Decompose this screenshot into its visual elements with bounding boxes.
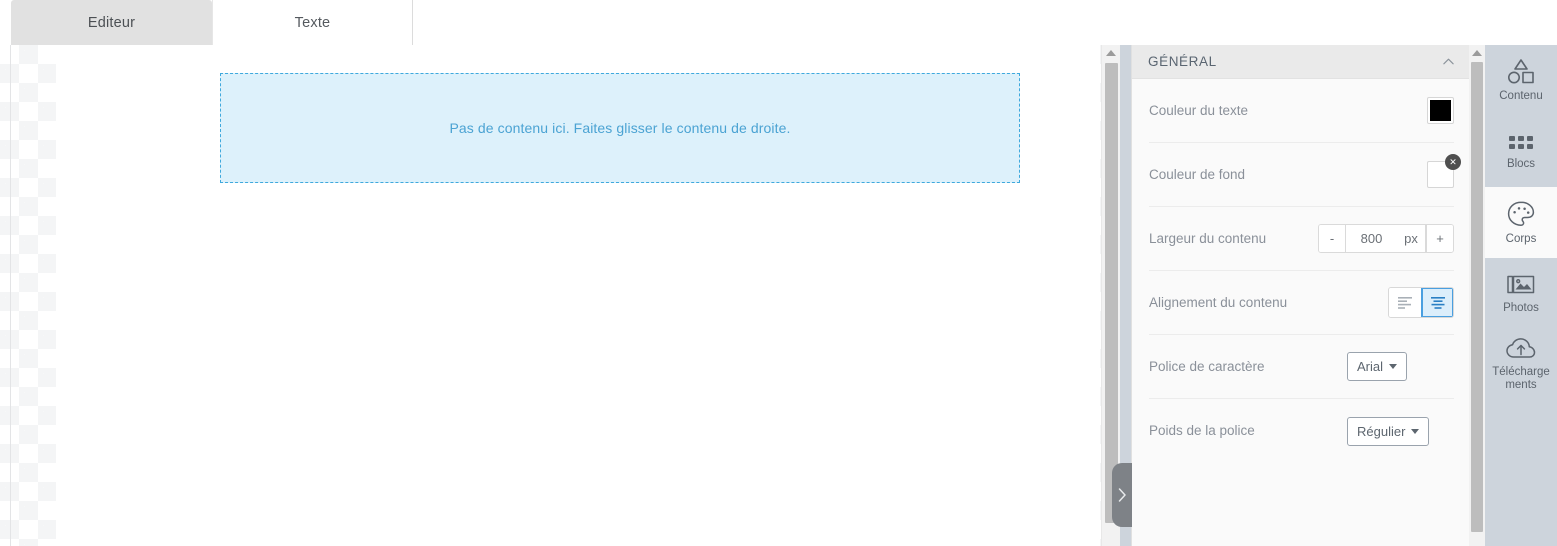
- content-width-input[interactable]: [1346, 225, 1397, 252]
- canvas-scroll-up-arrow-icon[interactable]: [1106, 50, 1116, 56]
- email-builder-app: Editeur Texte Pas de contenu ici. Faites…: [0, 0, 1557, 546]
- panel-collapse-handle[interactable]: [1112, 463, 1132, 527]
- setting-label-background-color: Couleur de fond: [1149, 166, 1246, 182]
- setting-label-font-weight: Poids de la police: [1149, 423, 1255, 438]
- images-icon: [1507, 275, 1535, 293]
- canvas-left-rule: [10, 45, 11, 546]
- setting-control-font-weight: Régulier: [1347, 416, 1430, 446]
- setting-control-content-alignment: [1388, 287, 1454, 318]
- setting-control-font-family: Arial: [1347, 352, 1408, 381]
- rail-item-blocs[interactable]: Blocs: [1485, 116, 1557, 187]
- tab-editeur[interactable]: Editeur: [11, 0, 212, 45]
- setting-row-content-alignment: Alignement du contenu: [1149, 271, 1454, 335]
- content-dropzone[interactable]: Pas de contenu ici. Faites glisser le co…: [220, 73, 1020, 183]
- setting-row-background-color: Couleur de fond ✕: [1149, 143, 1461, 207]
- rail-item-photos[interactable]: Photos: [1485, 258, 1557, 329]
- settings-panel-inner: GÉNÉRAL Couleur du texte Couleur de fond…: [1131, 45, 1469, 546]
- rail-label-telechargements: Téléchargements: [1492, 366, 1550, 391]
- dropzone-message: Pas de contenu ici. Faites glisser le co…: [449, 120, 791, 136]
- setting-label-content-alignment: Alignement du contenu: [1149, 294, 1288, 310]
- content-width-increment-button[interactable]: +: [1426, 225, 1453, 252]
- font-family-value: Arial: [1357, 359, 1384, 374]
- align-left-button[interactable]: [1389, 288, 1421, 317]
- rail-item-contenu[interactable]: Contenu: [1485, 45, 1557, 116]
- editor-stage: Pas de contenu ici. Faites glisser le co…: [0, 45, 1557, 546]
- rail-item-corps[interactable]: Corps: [1485, 187, 1557, 258]
- content-width-stepper: - px +: [1318, 224, 1454, 253]
- panel-scroll-up-arrow-icon[interactable]: [1472, 50, 1482, 56]
- setting-control-content-width: - px +: [1318, 224, 1454, 253]
- font-family-dropdown[interactable]: Arial: [1347, 352, 1408, 381]
- setting-control-background-color: ✕: [1427, 154, 1461, 188]
- chevron-down-icon: [1389, 364, 1398, 369]
- text-color-swatch-fill: [1430, 100, 1451, 121]
- setting-control-text-color: [1427, 97, 1454, 124]
- panel-scrollbar[interactable]: [1469, 45, 1485, 546]
- settings-panel: GÉNÉRAL Couleur du texte Couleur de fond…: [1120, 45, 1485, 546]
- setting-row-font-weight: Poids de la police Régulier: [1149, 399, 1454, 463]
- rail-label-blocs: Blocs: [1506, 157, 1536, 170]
- canvas-scrollbar-thumb[interactable]: [1105, 63, 1118, 523]
- panel-section-title: GÉNÉRAL: [1148, 54, 1217, 69]
- content-width-decrement-button[interactable]: -: [1319, 225, 1346, 252]
- tab-texte-label: Texte: [294, 14, 331, 31]
- rail-label-photos: Photos: [1503, 301, 1539, 314]
- settings-panel-body: Couleur du texte Couleur de fond ✕ Large…: [1132, 79, 1469, 463]
- palette-icon: [1507, 200, 1535, 226]
- font-weight-value: Régulier: [1357, 423, 1406, 439]
- tab-texte[interactable]: Texte: [212, 0, 413, 45]
- align-center-button[interactable]: [1421, 288, 1453, 317]
- email-canvas-sheet[interactable]: Pas de contenu ici. Faites glisser le co…: [56, 45, 1100, 546]
- chevron-right-icon: [1118, 488, 1126, 502]
- panel-scrollbar-thumb[interactable]: [1471, 62, 1483, 532]
- top-tab-bar: Editeur Texte: [0, 0, 1557, 45]
- setting-label-font-family: Police de caractère: [1149, 358, 1265, 374]
- align-left-icon: [1398, 297, 1412, 309]
- background-color-swatch-wrap: ✕: [1427, 154, 1461, 188]
- chevron-down-icon: [1411, 428, 1420, 434]
- shapes-icon: [1508, 59, 1534, 84]
- setting-label-content-width: Largeur du contenu: [1149, 230, 1267, 246]
- content-width-unit-label: px: [1397, 225, 1426, 252]
- rail-label-contenu: Contenu: [1499, 90, 1543, 102]
- align-center-icon: [1430, 297, 1445, 309]
- background-color-clear-icon[interactable]: ✕: [1445, 154, 1461, 170]
- rail-label-corps: Corps: [1505, 232, 1537, 245]
- right-icon-rail: Contenu Blocs Corps Photos Téléchargemen…: [1485, 45, 1557, 546]
- content-alignment-segmented: [1388, 287, 1454, 318]
- setting-row-text-color: Couleur du texte: [1149, 79, 1454, 143]
- setting-label-text-color: Couleur du texte: [1149, 102, 1249, 118]
- grid-dots-icon: [1509, 135, 1533, 149]
- sheet-top-strip: [56, 45, 1100, 63]
- cloud-upload-icon: [1506, 338, 1536, 358]
- setting-row-font-family: Police de caractère Arial: [1149, 335, 1454, 399]
- font-weight-dropdown[interactable]: Régulier: [1347, 416, 1430, 446]
- rail-item-telechargements[interactable]: Téléchargements: [1485, 329, 1557, 400]
- panel-section-header-general[interactable]: GÉNÉRAL: [1132, 45, 1469, 79]
- chevron-up-icon[interactable]: [1442, 55, 1455, 68]
- tab-editeur-label: Editeur: [87, 14, 136, 31]
- text-color-swatch[interactable]: [1427, 97, 1454, 124]
- setting-row-content-width: Largeur du contenu - px +: [1149, 207, 1454, 271]
